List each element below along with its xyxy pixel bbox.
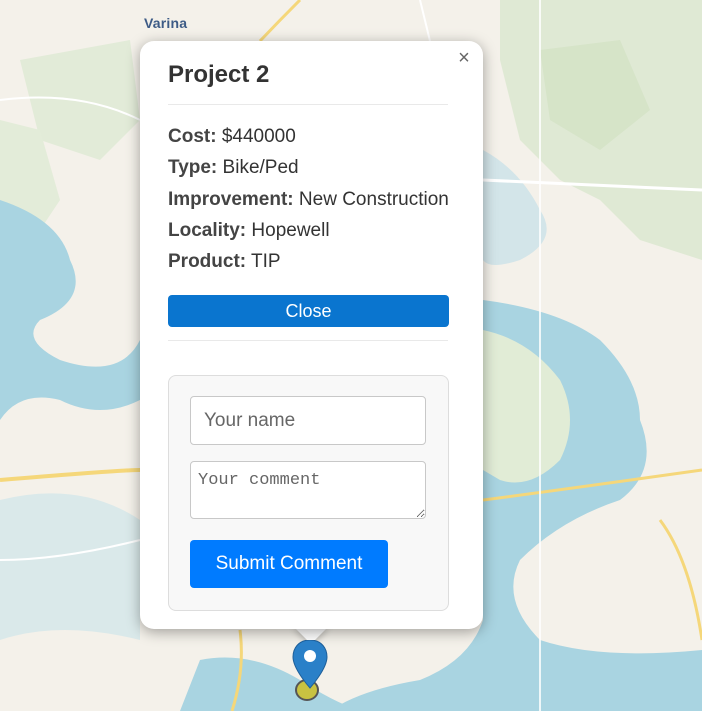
close-icon[interactable]: × <box>453 47 475 69</box>
popup-title: Project 2 <box>168 61 270 88</box>
detail-label: Cost: <box>168 126 217 147</box>
divider <box>168 340 448 341</box>
detail-improvement: Improvement: New Construction <box>168 188 449 219</box>
detail-value: Bike/Ped <box>222 157 299 179</box>
close-button[interactable]: Close <box>168 295 449 327</box>
detail-cost: Cost: $440000 <box>168 125 449 156</box>
detail-label: Product: <box>168 251 247 273</box>
detail-type: Type: Bike/Ped <box>168 156 449 187</box>
detail-label: Improvement: <box>168 188 294 210</box>
detail-label: Locality: <box>168 219 247 241</box>
name-input[interactable] <box>190 396 426 445</box>
marker-center <box>304 650 316 662</box>
detail-locality: Locality: Hopewell <box>168 219 449 250</box>
marker-pin <box>292 640 328 689</box>
map-place-label: Varina <box>144 15 188 31</box>
detail-product: Product: TIP <box>168 250 449 281</box>
project-popup: × Project 2 Cost: $440000 Type: Bike/Ped… <box>140 41 483 629</box>
detail-label: Type: <box>168 157 218 179</box>
divider <box>168 104 448 105</box>
detail-value: Hopewell <box>251 219 330 241</box>
map-marker-icon[interactable] <box>292 640 332 704</box>
comment-form: Submit Comment <box>168 375 449 611</box>
detail-value: New Construction <box>298 188 449 210</box>
submit-comment-button[interactable]: Submit Comment <box>190 540 388 588</box>
project-details: Cost: $440000 Type: Bike/Ped Improvement… <box>168 125 449 281</box>
detail-value: $440000 <box>221 126 296 147</box>
detail-value: TIP <box>251 251 281 273</box>
comment-input[interactable] <box>190 461 426 519</box>
